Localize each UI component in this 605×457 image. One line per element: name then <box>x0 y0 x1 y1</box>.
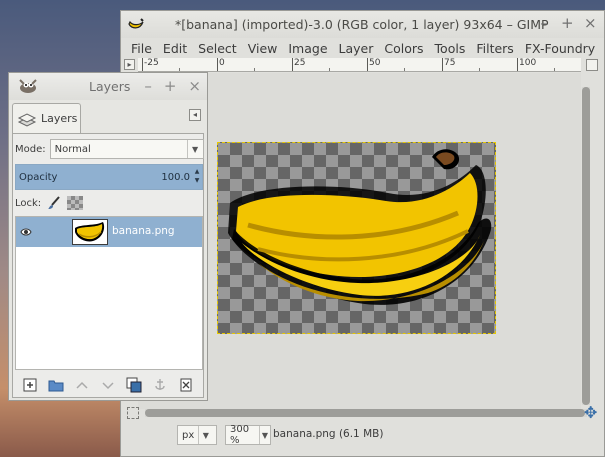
lower-layer-icon[interactable] <box>99 376 117 394</box>
menu-filters[interactable]: Filters <box>474 41 519 56</box>
vertical-scrollbar-thumb[interactable] <box>582 87 590 405</box>
ruler-tick <box>442 58 443 71</box>
ruler-minor-tick <box>554 68 555 71</box>
tab-layers[interactable]: Layers <box>12 103 81 133</box>
image-canvas[interactable] <box>217 142 496 334</box>
chevron-down-icon: ▼ <box>258 426 270 444</box>
ruler-label: 0 <box>219 58 225 68</box>
layers-dialog: Layers – + × Layers ◂ Mode: Normal ▼ Opa… <box>8 72 208 401</box>
unit-value: px <box>182 429 195 441</box>
ruler-tick <box>217 58 218 71</box>
mode-select[interactable]: Normal ▼ <box>49 139 204 159</box>
layer-list: banana.png <box>15 216 203 370</box>
chevron-down-icon: ▼ <box>198 426 212 444</box>
window-title: *[banana] (imported)-3.0 (RGB color, 1 l… <box>175 17 549 32</box>
menu-file[interactable]: File <box>129 41 158 56</box>
opacity-slider[interactable]: Opacity 100.0 ▲ ▼ <box>15 164 203 190</box>
mode-label: Mode: <box>15 143 46 155</box>
anchor-layer-icon[interactable] <box>151 376 169 394</box>
ruler-tick <box>367 58 368 71</box>
ruler-minor-tick <box>479 68 480 71</box>
zoom-select[interactable]: 300 % ▼ <box>225 424 271 446</box>
horizontal-scrollbar-thumb[interactable] <box>145 409 585 417</box>
layers-panel: Mode: Normal ▼ Opacity 100.0 ▲ ▼ Lock: b… <box>12 133 204 398</box>
menu-colors[interactable]: Colors <box>382 41 429 56</box>
maximize-button[interactable]: + <box>561 15 574 31</box>
ruler-label: 50 <box>369 58 381 68</box>
zoom-value: 300 % <box>230 424 250 446</box>
banana-app-icon <box>128 18 144 29</box>
minimize-button[interactable]: – <box>144 77 152 95</box>
maximize-button[interactable]: + <box>164 77 177 95</box>
menu-tools[interactable]: Tools <box>433 41 472 56</box>
banana-thumbnail <box>75 222 105 242</box>
paintbrush-icon[interactable] <box>47 196 61 210</box>
horizontal-scrollbar[interactable] <box>145 409 587 417</box>
chevron-down-icon: ▼ <box>186 140 203 158</box>
lock-label: Lock: <box>15 197 42 209</box>
layers-toolbar <box>13 374 203 396</box>
ruler-label: 75 <box>444 58 456 68</box>
opacity-spin-arrows[interactable]: ▲ ▼ <box>193 167 201 187</box>
layer-row[interactable]: banana.png <box>16 217 202 247</box>
opacity-value: 100.0 <box>161 171 190 183</box>
ruler-minor-tick <box>254 68 255 71</box>
checkerboard-icon[interactable] <box>67 196 84 210</box>
mode-value: Normal <box>54 143 91 155</box>
layers-dialog-title: Layers <box>89 79 131 94</box>
menu-select[interactable]: Select <box>196 41 243 56</box>
statusbar: px ▼ 300 % ▼ banana.png (6.1 MB) <box>121 423 605 447</box>
gimp-wilber-icon <box>19 79 37 93</box>
window-controls: – + × <box>538 15 596 31</box>
ruler-row: ▸ -25 0 25 50 75 100 <box>121 58 604 72</box>
ruler-label: 100 <box>519 58 537 68</box>
lock-row: Lock: <box>15 196 84 210</box>
ruler-label: -25 <box>144 58 159 68</box>
image-window-titlebar[interactable]: *[banana] (imported)-3.0 (RGB color, 1 l… <box>121 11 604 38</box>
menubar: File Edit Select View Image Layer Colors… <box>121 38 604 58</box>
ruler-minor-tick <box>329 68 330 71</box>
layer-thumbnail <box>72 219 108 245</box>
menu-edit[interactable]: Edit <box>161 41 193 56</box>
tab-menu-button[interactable]: ◂ <box>189 109 201 121</box>
unit-select[interactable]: px ▼ <box>177 425 217 445</box>
ruler-label: 25 <box>294 58 306 68</box>
ruler-minor-tick <box>404 68 405 71</box>
close-button[interactable]: × <box>188 77 201 95</box>
minimize-button[interactable]: – <box>538 15 550 31</box>
new-layer-group-icon[interactable] <box>47 376 65 394</box>
ruler-tick <box>142 58 143 71</box>
status-info: banana.png (6.1 MB) <box>273 428 384 440</box>
tab-label: Layers <box>41 112 78 125</box>
menu-image[interactable]: Image <box>286 41 333 56</box>
banana-image <box>228 149 492 305</box>
image-menu-button[interactable]: ▸ <box>124 59 135 70</box>
delete-layer-icon[interactable] <box>177 376 195 394</box>
navigate-icon[interactable]: ✥ <box>584 405 600 421</box>
eye-icon[interactable] <box>20 226 32 238</box>
dialog-controls: – + × <box>144 77 201 95</box>
quick-mask-toggle[interactable] <box>127 407 139 419</box>
new-layer-icon[interactable] <box>21 376 39 394</box>
layer-name[interactable]: banana.png <box>112 225 175 237</box>
raise-layer-icon[interactable] <box>73 376 91 394</box>
opacity-label: Opacity <box>19 171 58 183</box>
menu-view[interactable]: View <box>246 41 284 56</box>
close-button[interactable]: × <box>584 15 597 31</box>
duplicate-layer-icon[interactable] <box>125 376 143 394</box>
layers-dialog-titlebar[interactable]: Layers – + × <box>9 73 207 100</box>
menu-layer[interactable]: Layer <box>337 41 380 56</box>
layers-icon <box>17 112 37 127</box>
ruler-tick <box>517 58 518 71</box>
zoom-to-fit-button[interactable] <box>586 59 598 71</box>
vertical-scrollbar[interactable] <box>582 87 590 405</box>
ruler-tick <box>292 58 293 71</box>
horizontal-ruler[interactable]: -25 0 25 50 75 100 <box>138 58 581 72</box>
mode-row: Mode: Normal ▼ <box>15 139 204 159</box>
menu-fx-foundry[interactable]: FX-Foundry <box>523 41 601 56</box>
